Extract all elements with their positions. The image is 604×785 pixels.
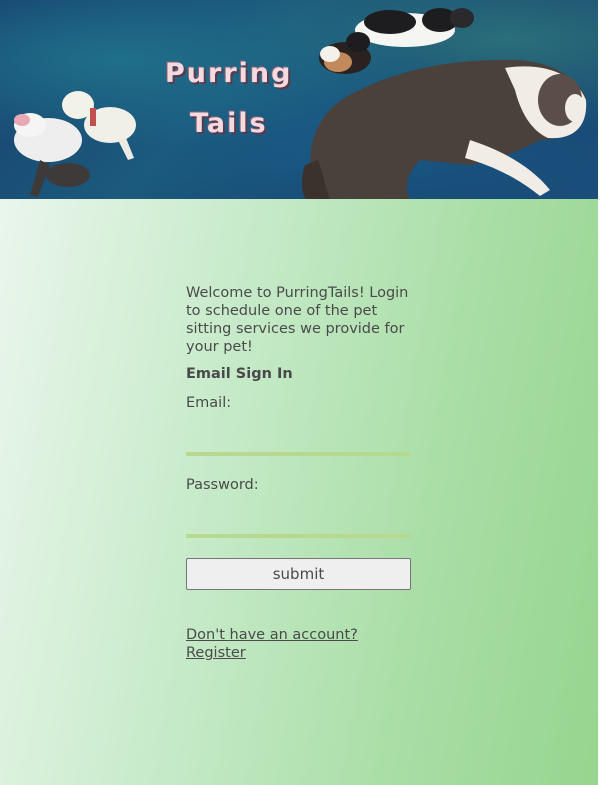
email-label: Email:: [186, 395, 232, 411]
dog-icon: [302, 59, 587, 199]
page: Purring Tails Welcome to PurringTails! L…: [0, 0, 598, 785]
main-content: Welcome to PurringTails! Login to schedu…: [0, 199, 598, 785]
password-field[interactable]: [186, 512, 411, 538]
password-label: Password:: [186, 477, 259, 493]
puppies-icon: [14, 91, 136, 197]
email-field[interactable]: [186, 430, 411, 456]
brand-title-line2: Tails: [190, 108, 268, 139]
submit-button[interactable]: submit: [186, 558, 411, 590]
header-banner: Purring Tails: [0, 0, 598, 199]
form-heading: Email Sign In: [186, 366, 293, 382]
page-edge: [598, 0, 604, 785]
pets-illustration: [14, 8, 587, 199]
brand-title-line1: Purring: [165, 58, 293, 89]
login-form: Welcome to PurringTails! Login to schedu…: [186, 284, 411, 662]
register-link[interactable]: Don't have an account? Register: [186, 626, 386, 662]
welcome-text: Welcome to PurringTails! Login to schedu…: [186, 285, 409, 355]
